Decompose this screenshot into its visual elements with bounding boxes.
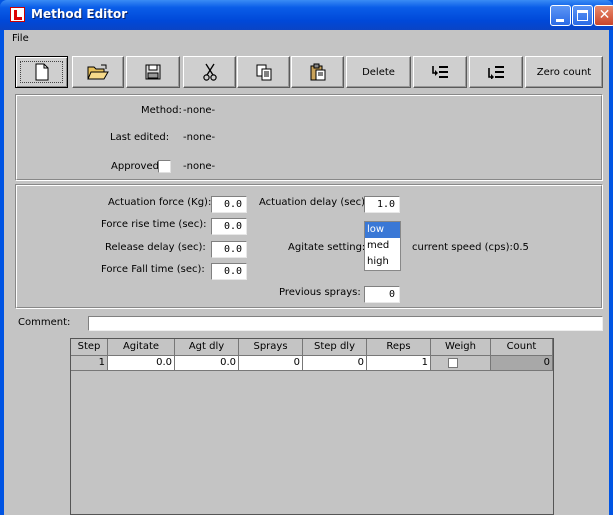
toolbar: Delete Zero count [15,56,603,89]
approved-value: -none- [183,161,216,172]
actuation-delay-field[interactable]: 1.0 [364,196,400,213]
column-header-agt-dly[interactable]: Agt dly [175,339,239,356]
open-folder-icon [87,64,109,80]
new-button[interactable] [15,56,68,88]
approved-checkbox[interactable] [158,160,171,173]
minimize-button[interactable] [550,5,571,26]
force-fall-time-label: Force Fall time (sec): [101,264,205,275]
method-label: Method: [141,105,182,116]
force-rise-time-field[interactable]: 0.0 [211,218,247,235]
close-button[interactable]: ✕ [594,5,613,26]
actuation-force-label: Actuation force (Kg): [108,197,212,208]
current-speed-value: 0.5 [513,242,529,253]
parameters-panel: Actuation force (Kg): 0.0 Force rise tim… [15,184,603,309]
cell-agt-dly[interactable]: 0.0 [175,356,239,371]
approved-label: Approved [111,161,159,172]
previous-sprays-field[interactable]: 0 [364,286,400,303]
insert-row-after-icon [488,66,504,79]
column-header-step[interactable]: Step [71,339,108,356]
client-area: File Delete Zero count Method: -none- La… [4,30,609,515]
cut-button[interactable] [183,56,236,88]
weigh-checkbox[interactable] [448,358,458,368]
open-button[interactable] [72,56,124,88]
cell-reps[interactable]: 1 [367,356,431,371]
app-icon[interactable] [10,7,25,22]
cell-step[interactable]: 1 [71,356,108,371]
last-edited-value: -none- [183,132,216,143]
last-edited-label: Last edited: [110,132,170,143]
column-header-sprays[interactable]: Sprays [239,339,303,356]
release-delay-field[interactable]: 0.0 [211,241,247,258]
scissors-icon [202,63,217,81]
release-delay-label: Release delay (sec): [105,242,206,253]
delete-button[interactable]: Delete [346,56,411,88]
agitate-option-high[interactable]: high [365,254,400,270]
paste-button[interactable] [291,56,344,88]
save-disk-icon [145,64,161,80]
method-value: -none- [183,105,216,116]
close-icon: ✕ [598,7,611,23]
insert-row-before-button[interactable] [413,56,467,88]
cell-weigh[interactable] [431,356,491,371]
cell-sprays[interactable]: 0 [239,356,303,371]
agitate-option-med[interactable]: med [365,238,400,254]
copy-button[interactable] [237,56,290,88]
actuation-force-field[interactable]: 0.0 [211,196,247,213]
force-fall-time-field[interactable]: 0.0 [211,263,247,280]
insert-row-after-button[interactable] [469,56,523,88]
agitate-option-low[interactable]: low [365,222,400,238]
comment-label: Comment: [18,317,71,328]
zero-count-button[interactable]: Zero count [525,56,603,88]
insert-row-before-icon [432,66,448,78]
menu-file[interactable]: File [12,33,29,44]
method-editor-window: Method Editor ✕ File Delete Zero count M… [0,0,613,515]
steps-table[interactable]: Step Agitate Agt dly Sprays Step dly Rep… [70,338,554,515]
actuation-delay-label: Actuation delay (sec): [259,197,369,208]
menu-bar: File [4,30,609,48]
comment-input[interactable] [88,316,603,331]
column-header-weigh[interactable]: Weigh [431,339,491,356]
window-title: Method Editor [31,7,128,21]
minimize-icon [556,19,564,22]
cell-count: 0 [491,356,553,371]
force-rise-time-label: Force rise time (sec): [101,219,207,230]
method-info-panel: Method: -none- Last edited: -none- Appro… [15,94,603,181]
current-speed-label: current speed (cps): [412,242,513,253]
save-button[interactable] [126,56,180,88]
clipboard-icon [310,63,325,81]
agitate-setting-list[interactable]: low med high [364,221,401,271]
previous-sprays-label: Previous sprays: [279,287,361,298]
column-header-reps[interactable]: Reps [367,339,431,356]
cell-agitate[interactable]: 0.0 [108,356,175,371]
copy-icon [256,64,271,80]
column-header-count[interactable]: Count [491,339,553,356]
column-header-step-dly[interactable]: Step dly [303,339,367,356]
column-header-agitate[interactable]: Agitate [108,339,175,356]
title-bar[interactable]: Method Editor ✕ [0,0,613,30]
agitate-setting-label: Agitate setting: [288,242,366,253]
cell-step-dly[interactable]: 0 [303,356,367,371]
maximize-button[interactable] [572,5,593,26]
maximize-icon [577,10,588,21]
